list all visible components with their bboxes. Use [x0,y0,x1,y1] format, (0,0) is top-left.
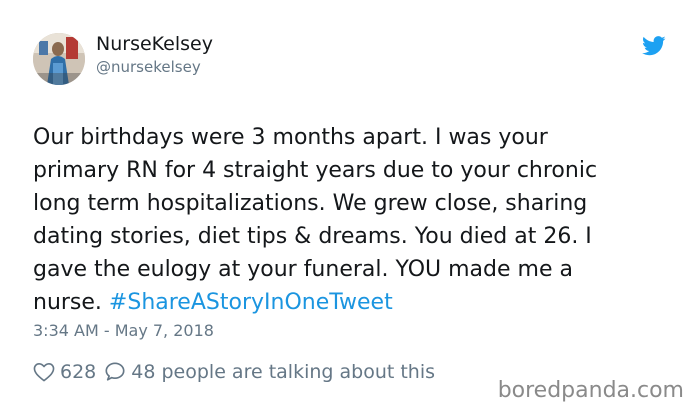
tweet-text: Our birthdays were 3 months apart. I was… [33,121,673,319]
tweet-text-line: Our birthdays were 3 months apart. I was… [33,125,548,150]
engagement-bar: 628 48 people are talking about this [33,358,442,386]
reply-button[interactable]: 48 people are talking about this [104,361,442,383]
tweet-text-line: primary RN for 4 straight years due to y… [33,158,598,183]
author-display-name[interactable]: NurseKelsey [96,33,213,55]
tweet-text-line: dating stories, diet tips & dreams. You … [33,224,592,249]
speech-bubble-icon [105,362,125,381]
watermark: boredpanda.com [497,378,684,403]
author-handle[interactable]: @nursekelsey [96,58,201,76]
tweet-text-line: nurse. [33,290,109,315]
twitter-bird-icon[interactable] [642,36,666,56]
heart-icon [33,363,55,382]
tweet-timestamp[interactable]: 3:34 AM - May 7, 2018 [33,321,214,340]
like-count: 628 [60,361,97,383]
tweet-text-line: long term hospitalizations. We grew clos… [33,191,588,216]
avatar[interactable] [33,33,85,85]
like-button[interactable]: 628 [33,361,104,383]
reply-count-text: 48 people are talking about this [131,361,436,383]
profile-photo [33,33,85,85]
tweet-text-line: gave the eulogy at your funeral. YOU mad… [33,257,573,282]
tweet-text-last-line: nurse. #ShareAStoryInOneTweet [33,286,673,319]
hashtag-link[interactable]: #ShareAStoryInOneTweet [109,290,393,315]
